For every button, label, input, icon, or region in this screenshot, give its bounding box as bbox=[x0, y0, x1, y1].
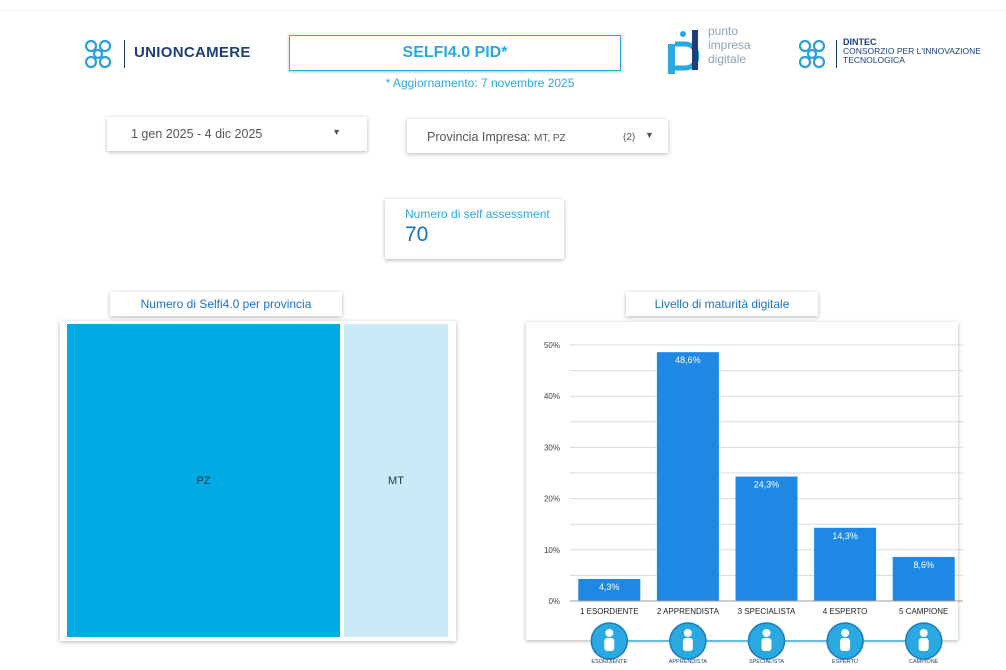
bar-chart: 0% 10% 20% 30% 40% 50% 4,3% 1 ESORDIENTE ESORDIE… bbox=[544, 341, 963, 665]
person-body-icon bbox=[604, 638, 615, 651]
badge-label: CAMPIONE bbox=[909, 659, 939, 665]
x-tick-label: 3 SPECIALISTA bbox=[738, 607, 796, 616]
badge-label: ESORDIENTE bbox=[591, 659, 627, 665]
badge-label: SPECIALISTA bbox=[749, 659, 784, 665]
x-tick-label: 5 CAMPIONE bbox=[899, 607, 948, 616]
person-body-icon bbox=[682, 638, 693, 651]
person-head-icon bbox=[605, 629, 614, 637]
y-tick-label: 20% bbox=[544, 495, 560, 504]
y-tick-label: 0% bbox=[548, 597, 560, 606]
person-body-icon bbox=[761, 638, 772, 651]
data-label: 14,3% bbox=[832, 531, 858, 541]
person-head-icon bbox=[841, 629, 850, 637]
data-label: 48,6% bbox=[675, 355, 701, 365]
data-label: 24,3% bbox=[754, 480, 780, 490]
y-tick-label: 10% bbox=[544, 546, 560, 555]
person-body-icon bbox=[918, 638, 929, 651]
data-label: 8,6% bbox=[913, 560, 934, 570]
person-head-icon bbox=[919, 629, 928, 637]
person-head-icon bbox=[683, 629, 692, 637]
y-tick-label: 40% bbox=[544, 392, 560, 401]
bar bbox=[656, 352, 719, 601]
y-tick-label: 50% bbox=[544, 341, 560, 350]
x-tick-label: 1 ESORDIENTE bbox=[580, 607, 639, 616]
data-label: 4,3% bbox=[599, 582, 620, 592]
x-tick-label: 2 APPRENDISTA bbox=[657, 607, 720, 616]
bar bbox=[735, 476, 798, 601]
badge-label: ESPERTO bbox=[832, 659, 859, 665]
badge-label: APPRENDISTA bbox=[669, 659, 708, 665]
x-tick-label: 4 ESPERTO bbox=[823, 607, 868, 616]
person-head-icon bbox=[762, 629, 771, 637]
y-tick-label: 30% bbox=[544, 443, 560, 452]
person-body-icon bbox=[840, 638, 851, 651]
